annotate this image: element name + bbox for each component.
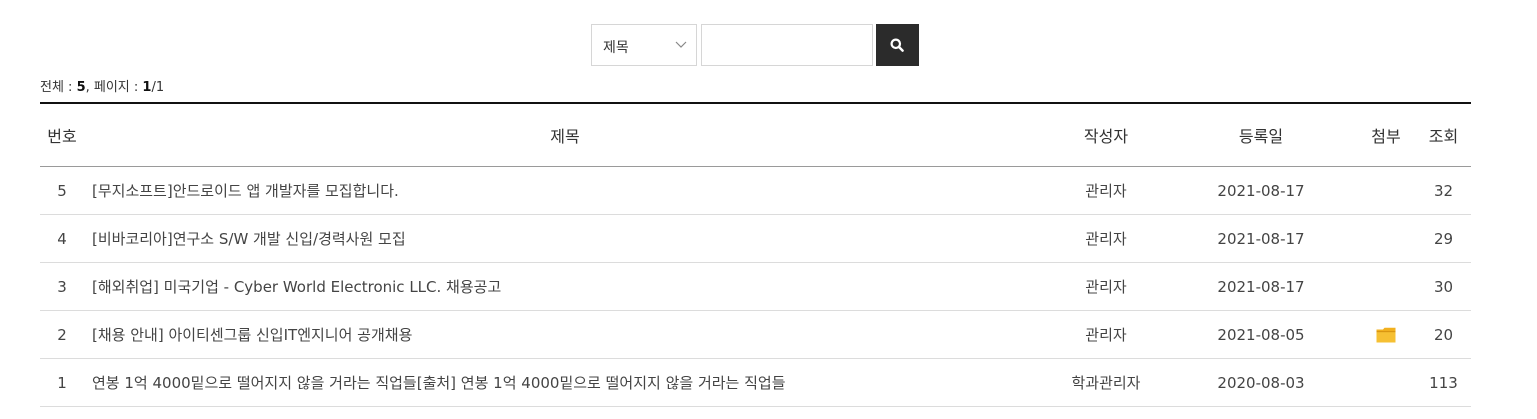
table-row[interactable]: 3 [해외취업] 미국기업 - Cyber World Electronic L… bbox=[40, 262, 1471, 311]
folder-icon[interactable] bbox=[1376, 327, 1396, 343]
header-date: 등록일 bbox=[1166, 103, 1356, 167]
header-number: 번호 bbox=[40, 103, 84, 167]
row-date: 2021-08-05 bbox=[1166, 310, 1356, 359]
header-title: 제목 bbox=[84, 103, 1046, 167]
header-writer: 작성자 bbox=[1046, 103, 1166, 167]
row-date: 2021-08-17 bbox=[1166, 262, 1356, 311]
row-title-link[interactable]: [무지소프트]안드로이드 앱 개발자를 모집합니다. bbox=[84, 166, 1046, 215]
row-number: 4 bbox=[40, 214, 84, 263]
row-number: 3 bbox=[40, 262, 84, 311]
table-header-row: 번호 제목 작성자 등록일 첨부 조회 bbox=[40, 103, 1471, 167]
total-count: 5 bbox=[76, 80, 86, 95]
row-date: 2021-08-17 bbox=[1166, 166, 1356, 215]
row-attachment bbox=[1356, 310, 1416, 359]
row-date: 2021-08-17 bbox=[1166, 214, 1356, 263]
board-table: 번호 제목 작성자 등록일 첨부 조회 5 [무지소프트]안드로이드 앱 개발자… bbox=[40, 102, 1471, 407]
search-input[interactable] bbox=[701, 24, 873, 66]
row-writer: 관리자 bbox=[1046, 166, 1166, 215]
row-number: 1 bbox=[40, 358, 84, 407]
row-attachment bbox=[1356, 262, 1416, 311]
board-summary: 전체 : 5, 페이지 : 1/1 bbox=[40, 76, 164, 95]
search-field-select-value: 제목 bbox=[603, 40, 629, 56]
table-row[interactable]: 5 [무지소프트]안드로이드 앱 개발자를 모집합니다. 관리자 2021-08… bbox=[40, 166, 1471, 215]
row-title-link[interactable]: [비바코리아]연구소 S/W 개발 신입/경력사원 모집 bbox=[84, 214, 1046, 263]
row-attachment bbox=[1356, 358, 1416, 407]
chevron-down-icon bbox=[675, 41, 687, 48]
search-button[interactable] bbox=[876, 24, 919, 66]
row-views: 30 bbox=[1416, 262, 1471, 311]
total-label: 전체 : bbox=[40, 80, 77, 95]
row-views: 32 bbox=[1416, 166, 1471, 215]
row-writer: 관리자 bbox=[1046, 310, 1166, 359]
row-views: 20 bbox=[1416, 310, 1471, 359]
header-attachment: 첨부 bbox=[1356, 103, 1416, 167]
search-bar: 제목 bbox=[591, 24, 919, 66]
row-number: 2 bbox=[40, 310, 84, 359]
search-icon bbox=[890, 38, 904, 52]
row-date: 2020-08-03 bbox=[1166, 358, 1356, 407]
row-attachment bbox=[1356, 214, 1416, 263]
row-views: 113 bbox=[1416, 358, 1471, 407]
header-views: 조회 bbox=[1416, 103, 1471, 167]
row-title-link[interactable]: [해외취업] 미국기업 - Cyber World Electronic LLC… bbox=[84, 262, 1046, 311]
row-writer: 관리자 bbox=[1046, 214, 1166, 263]
row-writer: 학과관리자 bbox=[1046, 358, 1166, 407]
table-row[interactable]: 1 연봉 1억 4000밑으로 떨어지지 않을 거라는 직업들[출처] 연봉 1… bbox=[40, 358, 1471, 407]
table-row[interactable]: 2 [채용 안내] 아이티센그룹 신입IT엔지니어 공개채용 관리자 2021-… bbox=[40, 310, 1471, 359]
search-field-select[interactable]: 제목 bbox=[591, 24, 697, 66]
row-views: 29 bbox=[1416, 214, 1471, 263]
row-title-link[interactable]: 연봉 1억 4000밑으로 떨어지지 않을 거라는 직업들[출처] 연봉 1억 … bbox=[84, 358, 1046, 407]
row-writer: 관리자 bbox=[1046, 262, 1166, 311]
total-pages: /1 bbox=[151, 80, 165, 95]
table-row[interactable]: 4 [비바코리아]연구소 S/W 개발 신입/경력사원 모집 관리자 2021-… bbox=[40, 214, 1471, 263]
page-label: , 페이지 : bbox=[85, 80, 143, 95]
row-title-link[interactable]: [채용 안내] 아이티센그룹 신입IT엔지니어 공개채용 bbox=[84, 310, 1046, 359]
row-number: 5 bbox=[40, 166, 84, 215]
row-attachment bbox=[1356, 166, 1416, 215]
